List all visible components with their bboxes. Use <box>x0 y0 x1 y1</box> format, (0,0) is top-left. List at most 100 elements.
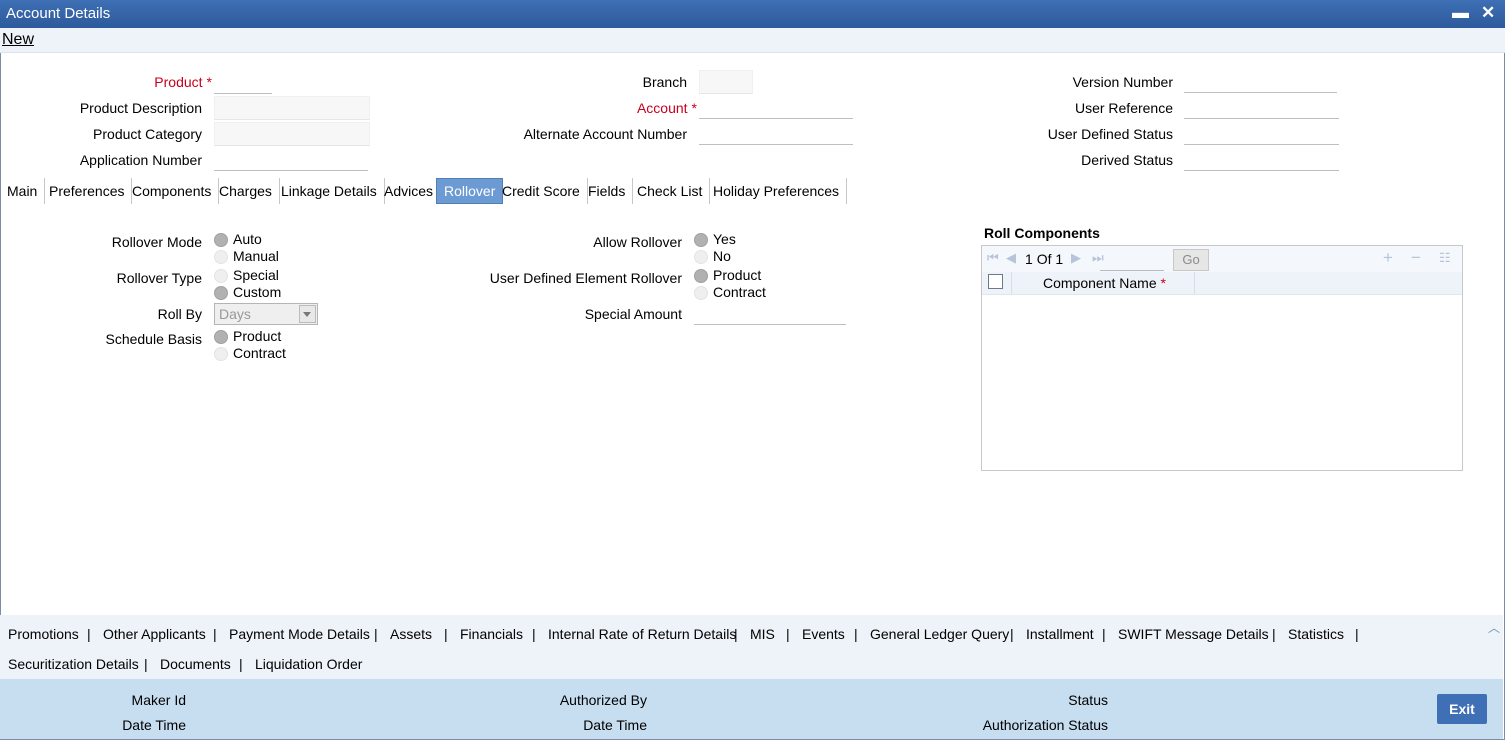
special-amount-input[interactable] <box>694 302 846 325</box>
tab-check-list[interactable]: Check List <box>630 178 711 204</box>
derived-status-label: Derived Status <box>1081 152 1173 168</box>
branch-field <box>699 70 753 94</box>
udf-rollover-contract-label: Contract <box>713 284 766 300</box>
prev-page-icon[interactable]: ◀ <box>1006 250 1016 266</box>
grid-header: Component Name * <box>982 272 1462 295</box>
exit-button[interactable]: Exit <box>1437 694 1487 724</box>
link-events[interactable]: Events <box>802 626 845 642</box>
user-defined-status-label: User Defined Status <box>1047 126 1173 142</box>
schedule-basis-product-label: Product <box>233 328 282 344</box>
schedule-basis-contract-label: Contract <box>233 345 286 361</box>
schedule-basis-contract-radio[interactable] <box>214 347 228 361</box>
link-promotions[interactable]: Promotions <box>8 626 79 642</box>
chevron-down-icon[interactable] <box>299 305 316 323</box>
link-documents[interactable]: Documents <box>160 656 231 672</box>
allow-rollover-label: Allow Rollover <box>593 234 682 250</box>
user-reference-field <box>1184 96 1339 119</box>
branch-label: Branch <box>642 74 687 90</box>
audit-footer: Maker Id Date Time Authorized By Date Ti… <box>0 679 1503 739</box>
product-label: Product * <box>154 74 212 90</box>
rollover-mode-auto-radio[interactable] <box>214 233 228 247</box>
rollover-type-special-label: Special <box>233 267 279 283</box>
derived-status-field <box>1184 148 1339 171</box>
special-amount-label: Special Amount <box>584 306 682 322</box>
link-financials[interactable]: Financials <box>460 626 523 642</box>
maker-id-label: Maker Id <box>131 692 186 708</box>
user-reference-label: User Reference <box>1074 100 1173 116</box>
roll-by-select[interactable]: Days <box>214 303 318 325</box>
allow-rollover-yes-label: Yes <box>713 231 736 247</box>
new-link[interactable]: New <box>2 31 34 49</box>
list-view-icon[interactable]: ☷ <box>1439 250 1451 266</box>
schedule-basis-label: Schedule Basis <box>105 331 202 347</box>
delete-row-icon[interactable]: − <box>1411 248 1421 268</box>
next-page-icon[interactable]: ▶ <box>1071 250 1081 266</box>
alternate-account-number-label: Alternate Account Number <box>523 126 687 142</box>
allow-rollover-no-radio[interactable] <box>694 250 708 264</box>
checker-date-time-label: Date Time <box>583 717 647 733</box>
tab-main[interactable]: Main <box>0 178 46 204</box>
rollover-mode-label: Rollover Mode <box>111 234 202 250</box>
status-label: Status <box>1068 692 1108 708</box>
rollover-type-custom-label: Custom <box>233 284 282 300</box>
product-description-field <box>214 96 370 120</box>
collapse-up-icon[interactable]: ︿ <box>1488 619 1500 636</box>
close-icon[interactable]: ✕ <box>1481 3 1495 23</box>
link-payment-mode-details[interactable]: Payment Mode Details <box>229 626 370 642</box>
link-irr-details[interactable]: Internal Rate of Return Details <box>548 626 736 642</box>
udf-rollover-contract-radio[interactable] <box>694 286 708 300</box>
toolbar: New <box>0 28 1505 53</box>
user-defined-status-field <box>1184 122 1339 145</box>
udf-rollover-product-radio[interactable] <box>694 269 708 283</box>
account-input[interactable] <box>699 96 853 119</box>
application-number-label: Application Number <box>79 152 202 168</box>
tab-linkage-details[interactable]: Linkage Details <box>274 178 385 204</box>
select-all-checkbox[interactable] <box>988 274 1003 289</box>
link-securitization-details[interactable]: Securitization Details <box>8 656 139 672</box>
tab-fields[interactable]: Fields <box>581 178 634 204</box>
udf-rollover-label: User Defined Element Rollover <box>489 270 682 286</box>
link-liquidation-order[interactable]: Liquidation Order <box>255 656 362 672</box>
product-category-field <box>214 122 370 146</box>
tab-rollover[interactable]: Rollover <box>436 178 504 204</box>
authorization-status-label: Authorization Status <box>982 717 1108 733</box>
alternate-account-number-input[interactable] <box>699 122 853 145</box>
page-number-input[interactable] <box>1100 250 1164 271</box>
roll-by-label: Roll By <box>157 306 202 322</box>
subsystem-links: Promotions | Other Applicants | Payment … <box>0 615 1503 679</box>
application-number-input[interactable] <box>214 148 368 171</box>
rollover-mode-manual-label: Manual <box>233 248 279 264</box>
minimize-icon[interactable]: ▬ <box>1452 3 1469 23</box>
tab-advices[interactable]: Advices <box>377 178 442 204</box>
version-number-label: Version Number <box>1072 74 1173 90</box>
pager-text: 1 Of 1 <box>1025 251 1064 267</box>
allow-rollover-yes-radio[interactable] <box>694 233 708 247</box>
version-number-field <box>1184 70 1337 93</box>
link-general-ledger-query[interactable]: General Ledger Query <box>870 626 1009 642</box>
link-installment[interactable]: Installment <box>1026 626 1094 642</box>
add-row-icon[interactable]: + <box>1383 248 1393 268</box>
tab-charges[interactable]: Charges <box>212 178 280 204</box>
tab-holiday-preferences[interactable]: Holiday Preferences <box>706 178 848 204</box>
rollover-mode-manual-radio[interactable] <box>214 250 228 264</box>
product-input[interactable] <box>214 71 272 94</box>
link-mis[interactable]: MIS <box>750 626 775 642</box>
first-page-icon[interactable]: ⏮ <box>987 250 999 266</box>
roll-by-value: Days <box>219 306 251 322</box>
component-name-header: Component Name * <box>1043 275 1166 291</box>
tab-credit-score[interactable]: Credit Score <box>495 178 588 204</box>
go-button[interactable]: Go <box>1173 249 1209 271</box>
link-statistics[interactable]: Statistics <box>1288 626 1344 642</box>
link-assets[interactable]: Assets <box>390 626 432 642</box>
rollover-type-special-radio[interactable] <box>214 269 228 283</box>
rollover-type-custom-radio[interactable] <box>214 286 228 300</box>
rollover-mode-auto-label: Auto <box>233 231 262 247</box>
schedule-basis-product-radio[interactable] <box>214 330 228 344</box>
link-swift-message-details[interactable]: SWIFT Message Details <box>1118 626 1269 642</box>
link-other-applicants[interactable]: Other Applicants <box>103 626 206 642</box>
grid-toolbar: ⏮ ◀ 1 Of 1 ▶ ⏭ Go + − ☷ <box>982 246 1462 272</box>
tab-components[interactable]: Components <box>125 178 220 204</box>
tab-preferences[interactable]: Preferences <box>42 178 133 204</box>
maker-date-time-label: Date Time <box>122 717 186 733</box>
roll-components-grid: ⏮ ◀ 1 Of 1 ▶ ⏭ Go + − ☷ Component Name * <box>981 245 1463 471</box>
